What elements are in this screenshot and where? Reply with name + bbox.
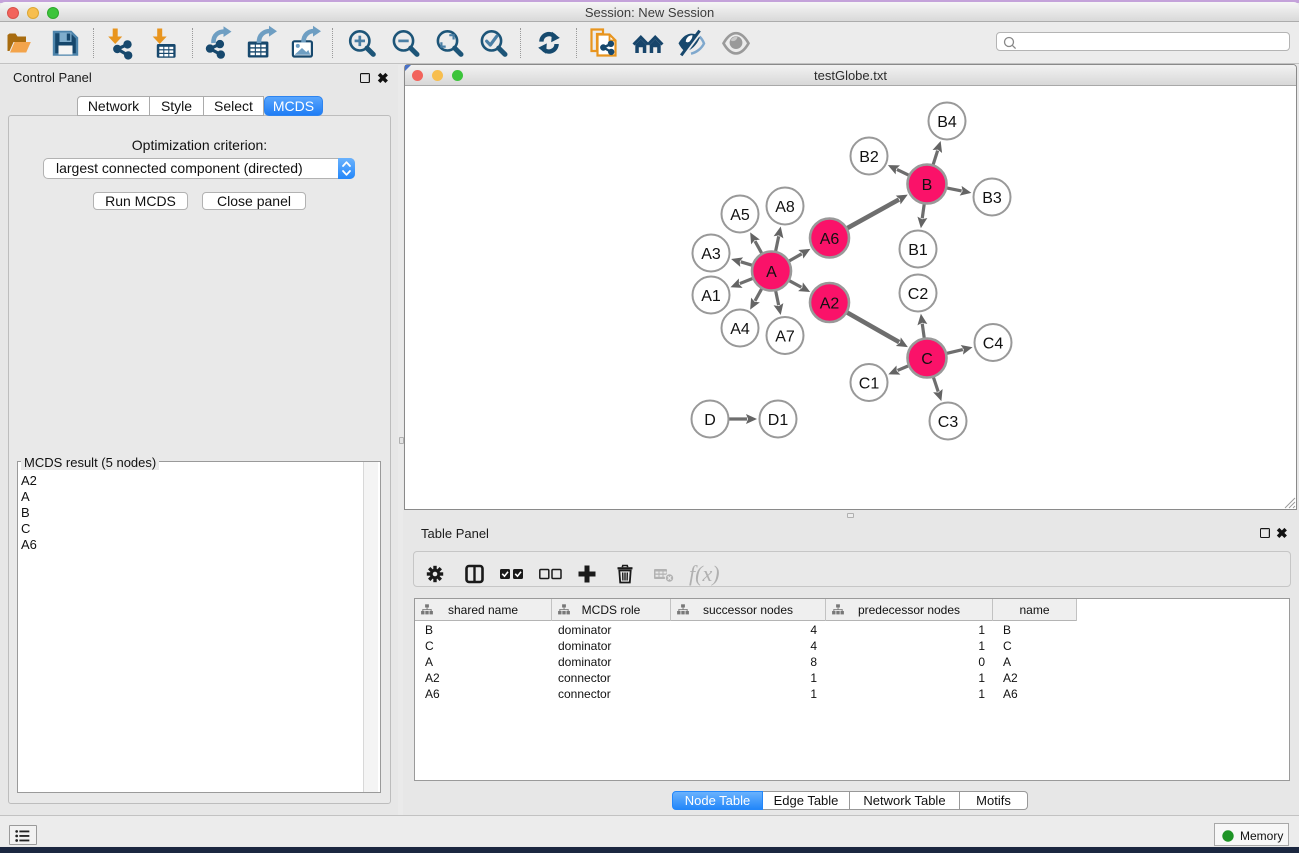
svg-text:B2: B2 xyxy=(859,149,879,166)
svg-text:A4: A4 xyxy=(730,321,750,338)
svg-text:B3: B3 xyxy=(982,190,1002,207)
svg-text:A3: A3 xyxy=(701,246,721,263)
svg-text:D: D xyxy=(704,412,716,429)
svg-text:f(x): f(x) xyxy=(689,561,720,586)
svg-text:C3: C3 xyxy=(938,414,959,431)
svg-text:B4: B4 xyxy=(937,114,957,131)
svg-text:A7: A7 xyxy=(775,328,795,345)
svg-text:C: C xyxy=(921,351,933,368)
svg-text:C4: C4 xyxy=(983,335,1004,352)
svg-text:A: A xyxy=(766,264,777,281)
svg-text:C1: C1 xyxy=(859,375,880,392)
svg-text:A5: A5 xyxy=(730,207,750,224)
svg-text:C2: C2 xyxy=(908,286,929,303)
svg-text:B: B xyxy=(922,177,933,194)
svg-text:A2: A2 xyxy=(820,295,840,312)
svg-text:D1: D1 xyxy=(768,412,789,429)
svg-text:B1: B1 xyxy=(908,242,928,259)
svg-text:A8: A8 xyxy=(775,199,795,216)
svg-text:A6: A6 xyxy=(820,231,840,248)
svg-text:A1: A1 xyxy=(701,288,721,305)
